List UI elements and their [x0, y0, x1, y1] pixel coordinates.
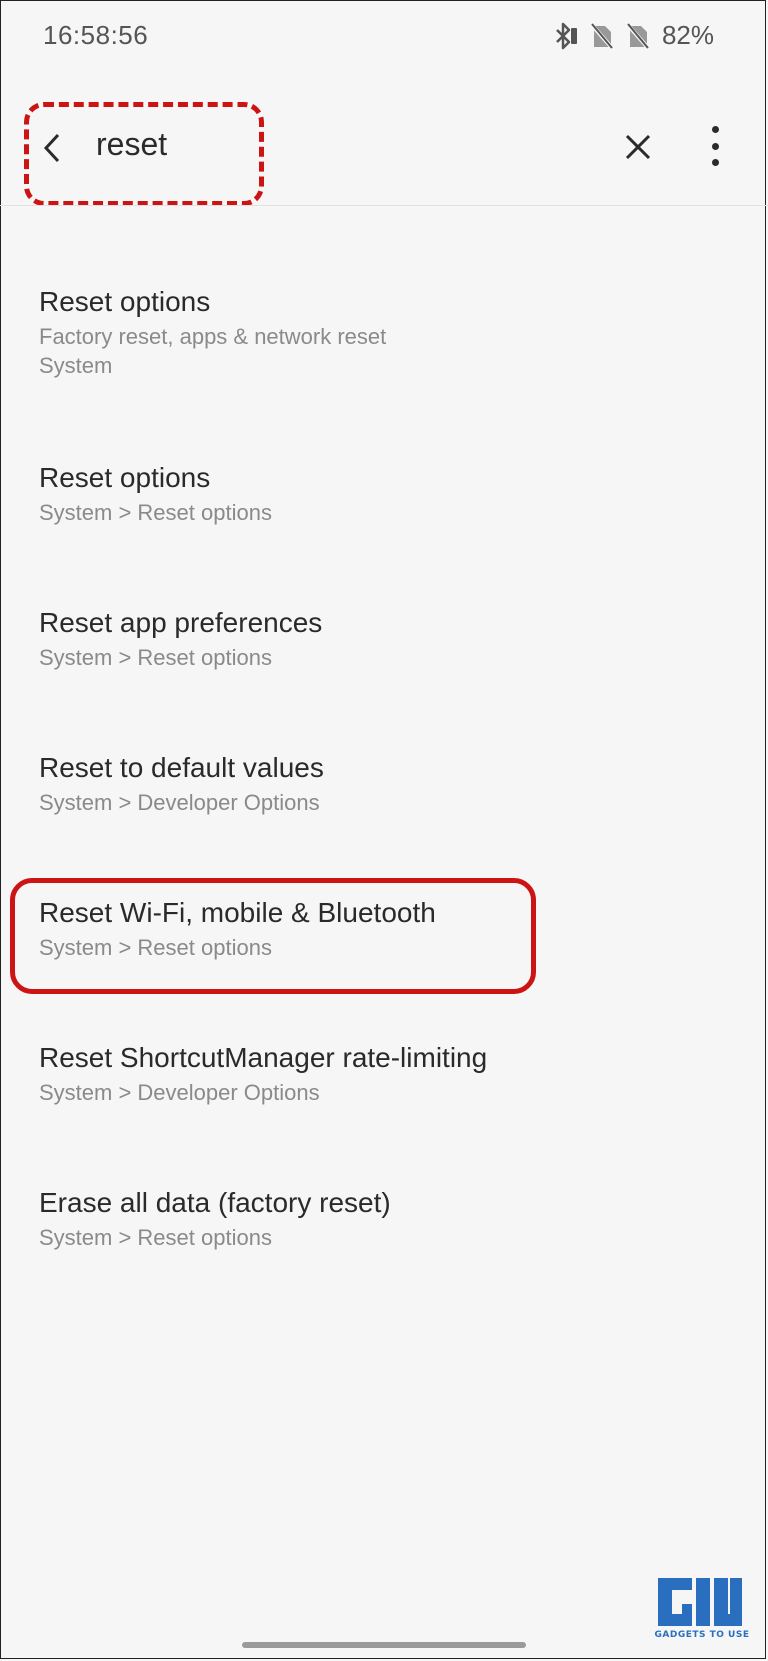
- gadgets-to-use-logo-icon: [658, 1578, 742, 1626]
- gesture-navigation-bar[interactable]: [242, 1642, 526, 1648]
- result-subtitle: System > Developer Options: [39, 790, 320, 815]
- annotation-dashed-highlight: [24, 102, 264, 206]
- search-bar: reset: [0, 96, 768, 206]
- result-subtitle: System > Developer Options: [39, 1080, 320, 1105]
- result-title: Reset ShortcutManager rate-limiting: [39, 1042, 488, 1073]
- result-title: Reset Wi-Fi, mobile & Bluetooth: [39, 897, 436, 928]
- no-sim-icon: [589, 22, 614, 50]
- bluetooth-icon: [552, 22, 578, 50]
- close-icon: [625, 134, 651, 160]
- result-title: Reset to default values: [39, 752, 324, 783]
- result-title: Reset app preferences: [39, 607, 323, 638]
- battery-percent: 82%: [661, 20, 714, 50]
- result-title: Erase all data (factory reset): [39, 1187, 391, 1218]
- divider: [0, 205, 768, 206]
- result-subtitle: System > Reset options: [39, 935, 272, 960]
- result-path: System: [39, 353, 113, 378]
- watermark-text: GADGETS TO USE: [654, 1630, 750, 1640]
- watermark-logo: GADGETS TO USE: [652, 1576, 749, 1646]
- more-vert-icon[interactable]: [700, 122, 730, 170]
- result-subtitle: System > Reset options: [39, 645, 272, 670]
- result-title: Reset options: [39, 286, 211, 317]
- no-sim-icon: [625, 22, 650, 50]
- clear-search-button[interactable]: [620, 129, 656, 165]
- result-subtitle: System > Reset options: [39, 1225, 272, 1250]
- result-title: Reset options: [39, 462, 211, 493]
- result-subtitle: System > Reset options: [39, 500, 272, 525]
- status-time: 16:58:56: [43, 20, 149, 50]
- screenshot-border: [0, 0, 766, 1659]
- result-subtitle: Factory reset, apps & network reset: [39, 324, 387, 349]
- status-icons: 82%: [552, 20, 714, 51]
